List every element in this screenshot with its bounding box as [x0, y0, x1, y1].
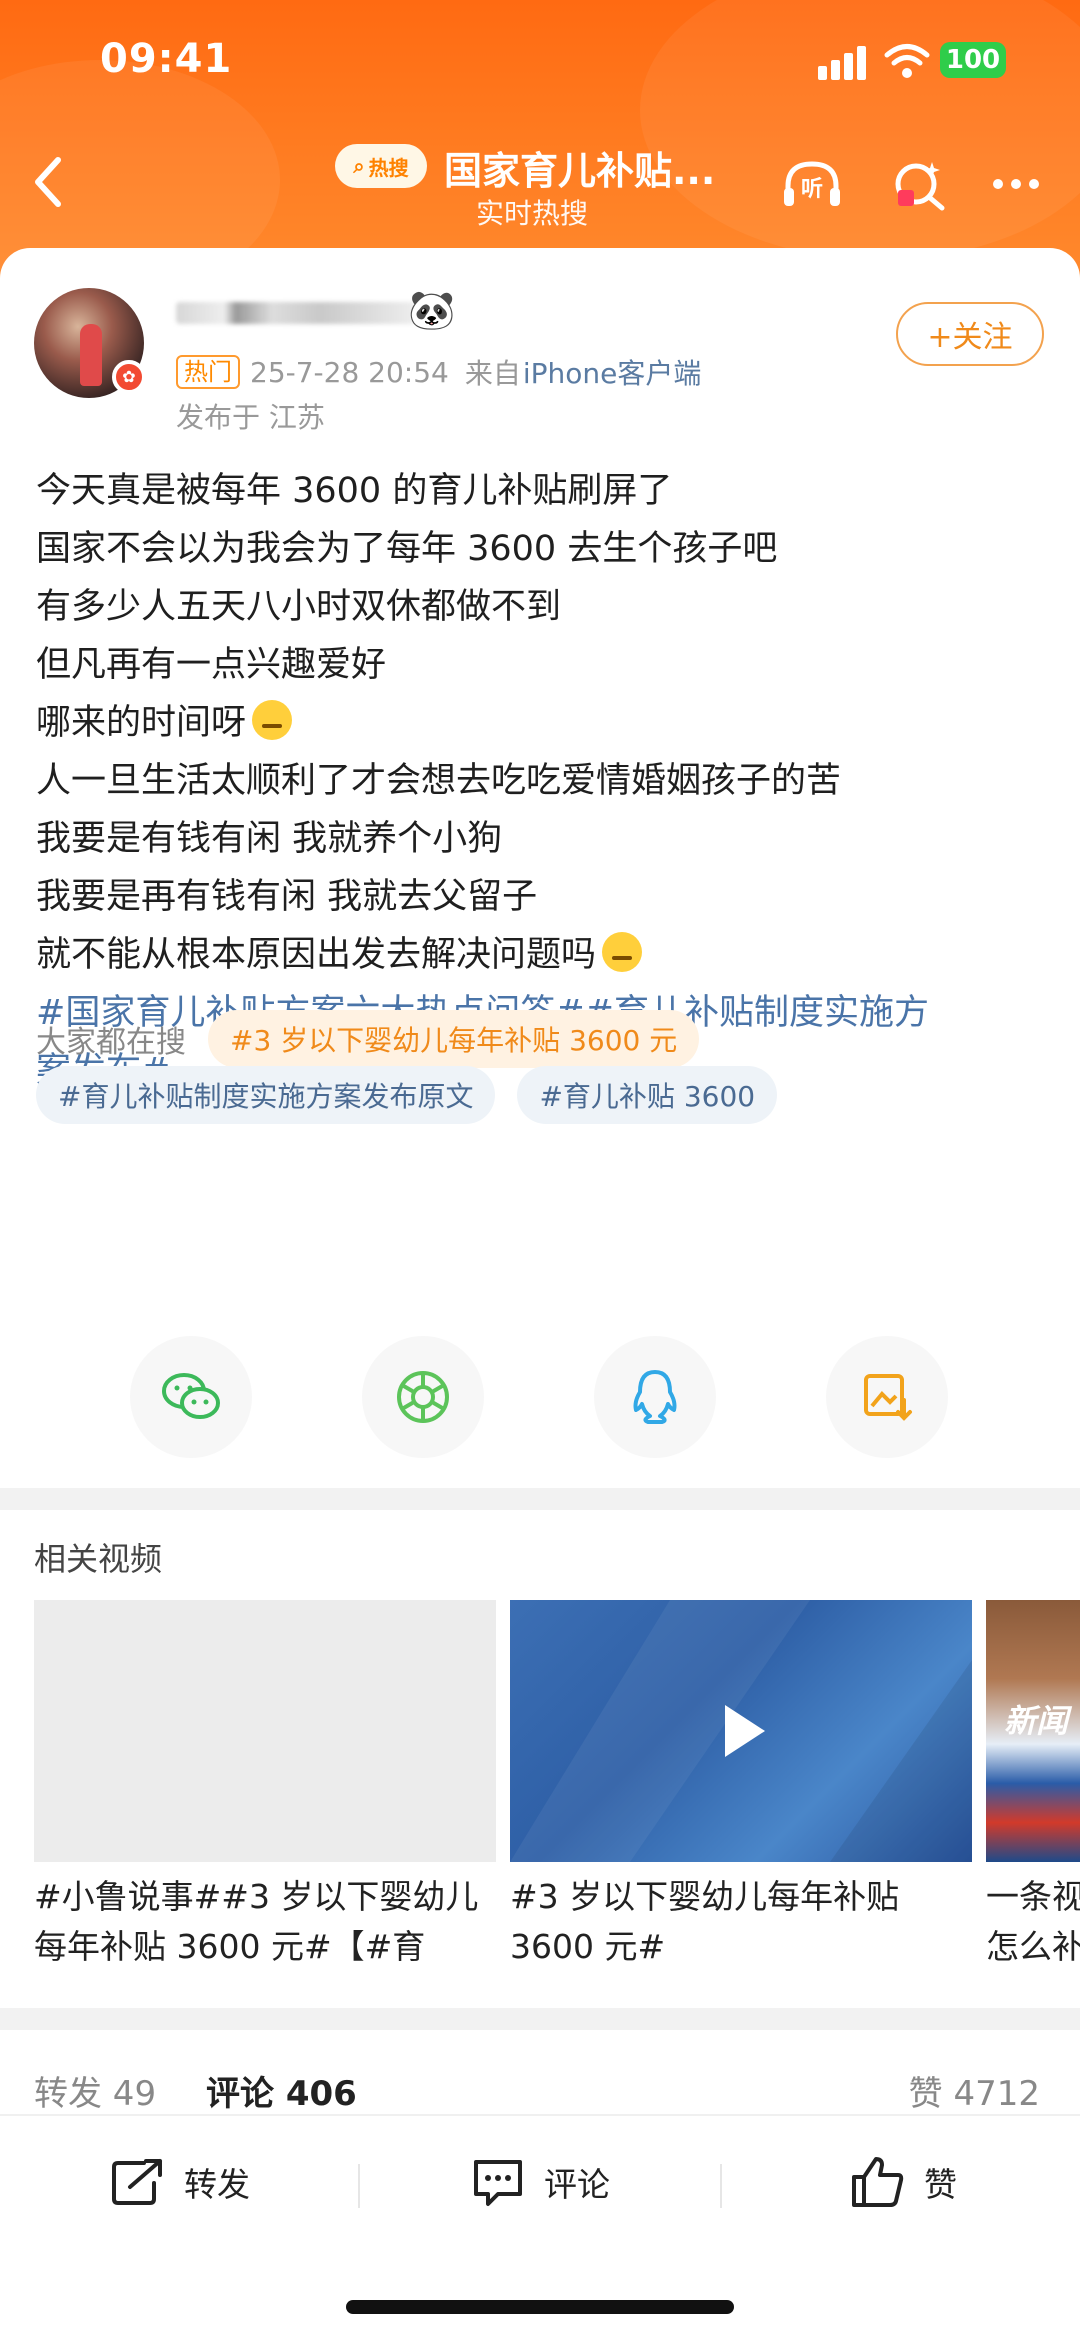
video-caption-1[interactable]: #小鲁说事##3 岁以下婴幼儿 每年补贴 3600 元#【#育 — [34, 1872, 478, 1972]
follow-button[interactable]: +关注 — [896, 302, 1044, 366]
post-line: 哪来的时间呀 — [36, 694, 1046, 752]
related-videos-title: 相关视频 — [34, 1540, 163, 1578]
page-subtitle: 实时热搜 — [476, 197, 589, 230]
like-button[interactable]: 赞 — [850, 2152, 957, 2212]
section-divider — [0, 1488, 1080, 1510]
post-datetime: 25-7-28 20:54 — [250, 355, 449, 389]
post-meta: 热门 25-7-28 20:54 来自 iPhone客户端 — [176, 352, 701, 392]
repost-button[interactable]: 转发 — [110, 2152, 250, 2212]
ai-search-button[interactable] — [888, 156, 952, 212]
post-line: 今天真是被每年 3600 的育儿补贴刷屏了 — [36, 471, 673, 511]
trending-search-row: 大家都在搜 #3 岁以下婴幼儿每年补贴 3600 元 — [36, 1010, 700, 1068]
like-label: 赞 — [924, 2165, 957, 2204]
search-pill[interactable]: #育儿补贴制度实施方案发布原文 — [36, 1066, 496, 1124]
search-pill[interactable]: #育儿补贴 3600 — [517, 1066, 778, 1124]
post-line: 国家不会以为我会为了每年 3600 去生个孩子吧 — [36, 529, 778, 569]
post-location: 发布于 江苏 — [176, 401, 325, 434]
save-image-icon — [864, 1374, 912, 1421]
play-icon — [510, 1600, 972, 1862]
trending-search-label: 大家都在搜 — [36, 1025, 186, 1060]
like-count-tab[interactable]: 赞 4712 — [909, 2066, 1040, 2115]
comment-button[interactable]: 评论 — [470, 2152, 610, 2212]
repost-count-tab[interactable]: 转发 49 — [34, 2066, 156, 2115]
wechat-icon — [162, 1373, 220, 1419]
qq-icon — [633, 1370, 677, 1424]
video-thumb-text: 新闻 — [1004, 1702, 1069, 1740]
battery-indicator: 100 — [940, 42, 1006, 78]
video-caption-3[interactable]: 一条视 怎么补 — [986, 1872, 1080, 1972]
page-title[interactable]: 国家育儿补贴... — [444, 140, 715, 195]
post-card: ✿ 🐼 热门 25-7-28 20:54 来自 iPhone客户端 发布于 江苏… — [0, 248, 1080, 1488]
video-thumbnail-3[interactable]: 新闻 — [986, 1600, 1080, 1862]
more-icon — [993, 179, 1039, 189]
video-thumbnail-1[interactable] — [34, 1600, 496, 1862]
search-pill[interactable]: #3 岁以下婴幼儿每年补贴 3600 元 — [208, 1010, 700, 1068]
bar-separator — [720, 2164, 722, 2208]
post-line: 人一旦生活太顺利了才会想去吃吃爱情婚姻孩子的苦 — [36, 761, 842, 801]
bottom-action-bar: 转发 评论 赞 — [0, 2114, 1080, 2264]
thumbs-up-icon — [852, 2157, 904, 2207]
moments-icon — [397, 1371, 449, 1423]
post-source[interactable]: iPhone客户端 — [523, 352, 702, 392]
repost-icon — [112, 2159, 162, 2205]
share-qq-button[interactable] — [594, 1336, 716, 1458]
share-row — [130, 894, 950, 1018]
username-blurred[interactable]: 🐼 — [176, 288, 455, 332]
post-line: 但凡再有一点兴趣爱好 — [36, 645, 387, 685]
hot-search-badge-label: 热搜 — [368, 155, 409, 180]
status-bar: 09:41 100 — [0, 28, 1080, 98]
comment-count-tab[interactable]: 评论 406 — [206, 2066, 357, 2115]
header: 09:41 100 ⌕ 热搜 国家育儿补贴... 实时热搜 听 — [0, 0, 1080, 290]
share-wechat-button[interactable] — [130, 1336, 252, 1458]
sweat-emoji-icon — [252, 700, 293, 740]
signal-icon — [818, 46, 868, 80]
share-moments-button[interactable] — [362, 1336, 484, 1458]
save-image-button[interactable] — [826, 1336, 948, 1458]
ai-search-icon — [895, 162, 945, 211]
section-divider — [0, 2008, 1080, 2030]
video-thumbnail-2[interactable] — [510, 1600, 972, 1862]
wifi-icon — [884, 44, 930, 78]
status-time: 09:41 — [100, 36, 233, 82]
source-prefix: 来自 — [464, 357, 521, 390]
post-line: 我要是有钱有闲 我就养个小狗 — [36, 819, 503, 859]
stats-row: 转发 49 评论 406 赞 4712 — [0, 2062, 1080, 2118]
svg-text:听: 听 — [801, 177, 823, 202]
back-button[interactable] — [28, 152, 68, 212]
verified-badge-icon: ✿ — [112, 360, 146, 394]
headphones-icon: 听 — [784, 161, 840, 206]
panda-icon: 🐼 — [408, 288, 456, 332]
video-caption-2[interactable]: #3 岁以下婴幼儿每年补贴 3600 元# — [510, 1872, 899, 1972]
hot-search-badge[interactable]: ⌕ 热搜 — [335, 144, 427, 188]
post-line: 有多少人五天八小时双休都做不到 — [36, 587, 562, 627]
search-icon: ⌕ — [353, 154, 365, 178]
bar-separator — [358, 2164, 360, 2208]
listen-button[interactable]: 听 — [780, 156, 844, 212]
hot-tag: 热门 — [176, 355, 240, 389]
comment-label: 评论 — [544, 2165, 610, 2204]
search-pill-row: #育儿补贴制度实施方案发布原文 #育儿补贴 3600 — [36, 1066, 778, 1124]
more-button[interactable] — [986, 156, 1050, 212]
repost-label: 转发 — [184, 2165, 250, 2204]
nav-bar: ⌕ 热搜 国家育儿补贴... 实时热搜 听 — [0, 130, 1080, 240]
home-indicator — [346, 2300, 734, 2314]
comment-icon — [474, 2160, 522, 2206]
